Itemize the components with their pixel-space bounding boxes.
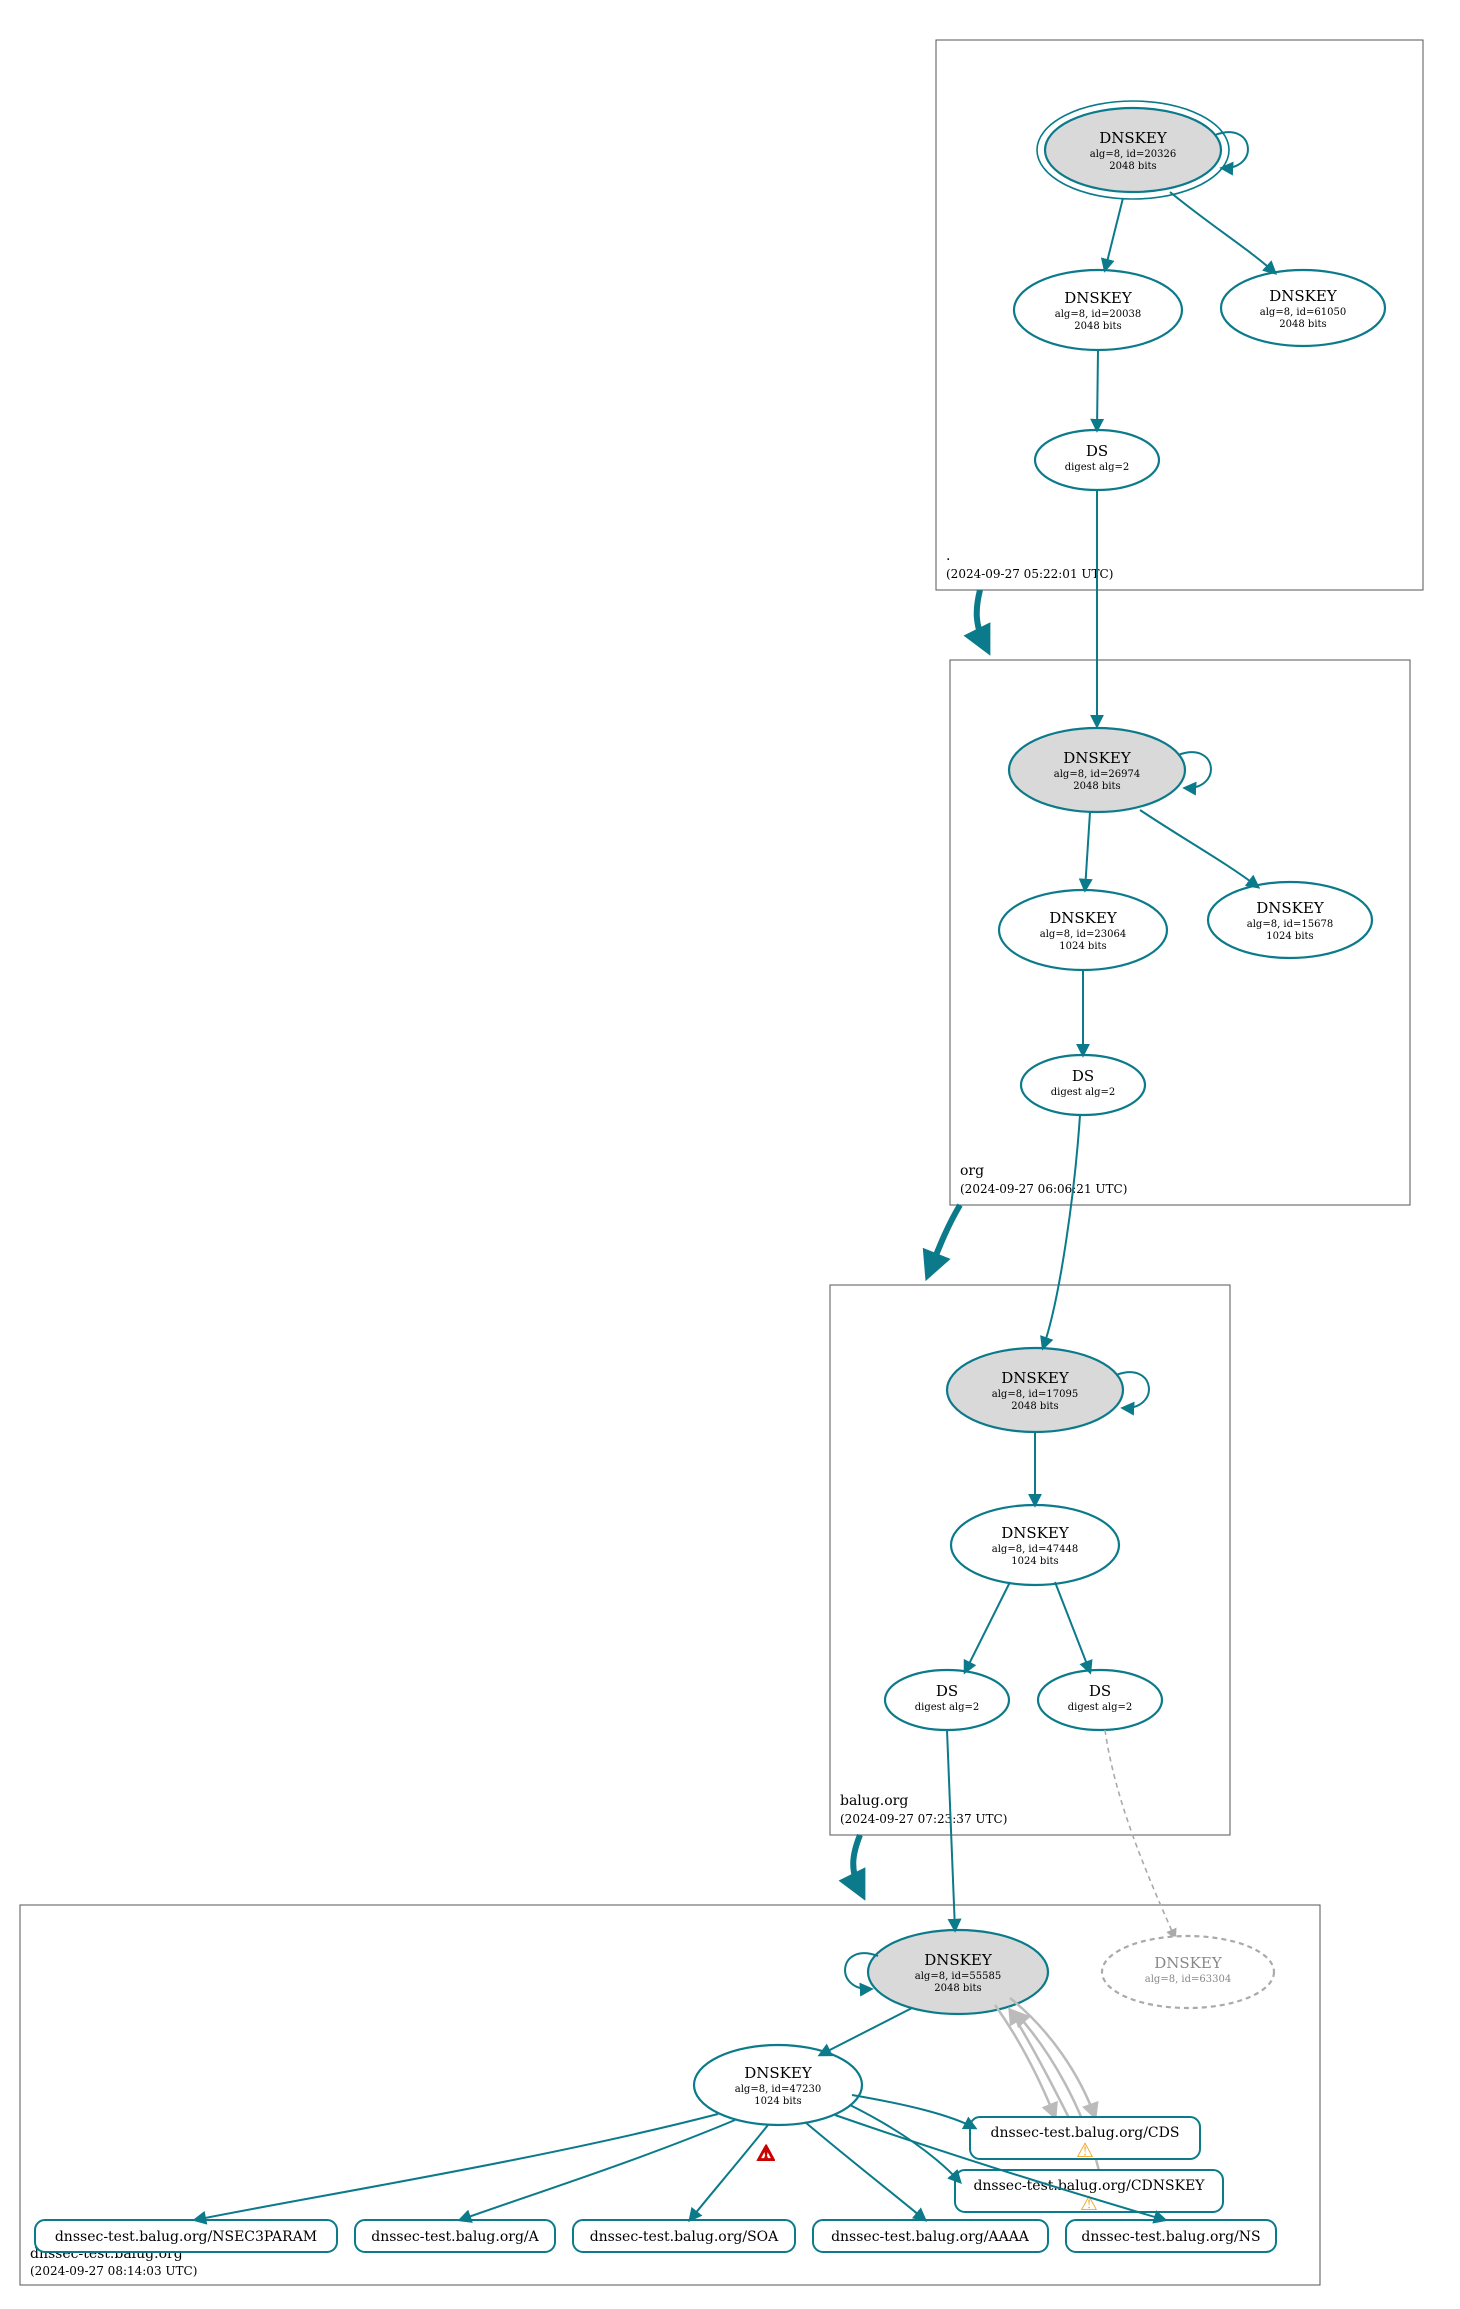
svg-text:dnssec-test.balug.org/SOA: dnssec-test.balug.org/SOA <box>590 2229 779 2245</box>
svg-text:alg=8, id=47230: alg=8, id=47230 <box>735 2084 821 2095</box>
svg-text:DS: DS <box>1086 442 1108 460</box>
zone-root-ts: (2024-09-27 05:22:01 UTC) <box>946 567 1113 581</box>
svg-text:digest alg=2: digest alg=2 <box>1065 462 1130 473</box>
edge-balug-to-dnssec <box>853 1835 860 1890</box>
svg-text:1024 bits: 1024 bits <box>1266 931 1313 942</box>
org-ksk-node: DNSKEY alg=8, id=26974 2048 bits <box>1009 728 1185 812</box>
svg-text:2048 bits: 2048 bits <box>934 1983 981 1994</box>
root-zsk1-node: DNSKEY alg=8, id=20038 2048 bits <box>1014 270 1182 350</box>
svg-text:DS: DS <box>936 1682 958 1700</box>
zone-org-ts: (2024-09-27 06:06:21 UTC) <box>960 1182 1127 1196</box>
svg-text:digest alg=2: digest alg=2 <box>1051 1087 1116 1098</box>
svg-text:alg=8, id=20326: alg=8, id=20326 <box>1090 149 1176 160</box>
zone-balug: balug.org (2024-09-27 07:23:37 UTC) DNSK… <box>830 1115 1230 1835</box>
rr-a: dnssec-test.balug.org/A <box>355 2220 555 2252</box>
root-zsk2-node: DNSKEY alg=8, id=61050 2048 bits <box>1221 270 1385 346</box>
zone-balug-label: balug.org <box>840 1793 908 1809</box>
dnssec-ksk-node: DNSKEY alg=8, id=55585 2048 bits <box>868 1930 1048 2014</box>
zone-balug-ts: (2024-09-27 07:23:37 UTC) <box>840 1812 1007 1826</box>
svg-text:DNSKEY: DNSKEY <box>1001 1524 1070 1542</box>
rr-cdnskey: dnssec-test.balug.org/CDNSKEY ⚠ <box>955 2170 1223 2215</box>
svg-text:DNSKEY: DNSKEY <box>924 1951 993 1969</box>
svg-text:2048 bits: 2048 bits <box>1279 319 1326 330</box>
balug-ds1-node: DS digest alg=2 <box>885 1670 1009 1730</box>
dnssec-zsk-node: DNSKEY alg=8, id=47230 1024 bits <box>694 2045 862 2125</box>
root-ksk-node: DNSKEY alg=8, id=20326 2048 bits <box>1037 101 1229 199</box>
svg-text:1024 bits: 1024 bits <box>754 2096 801 2107</box>
rr-aaaa: dnssec-test.balug.org/AAAA <box>813 2220 1048 2252</box>
svg-text:alg=8, id=15678: alg=8, id=15678 <box>1247 919 1333 930</box>
svg-text:dnssec-test.balug.org/NS: dnssec-test.balug.org/NS <box>1081 2229 1260 2245</box>
rr-cds: dnssec-test.balug.org/CDS ⚠ <box>970 2117 1200 2162</box>
svg-text:DS: DS <box>1072 1067 1094 1085</box>
edge-org-to-balug <box>930 1205 960 1270</box>
svg-text:alg=8, id=63304: alg=8, id=63304 <box>1145 1974 1231 1985</box>
warning-icon: ⚠ <box>1076 2138 1094 2162</box>
rr-ns: dnssec-test.balug.org/NS <box>1066 2220 1276 2252</box>
zone-dnssec-ts: (2024-09-27 08:14:03 UTC) <box>30 2264 197 2278</box>
svg-text:alg=8, id=17095: alg=8, id=17095 <box>992 1389 1078 1400</box>
svg-text:DS: DS <box>1089 1682 1111 1700</box>
svg-text:alg=8, id=26974: alg=8, id=26974 <box>1054 769 1140 780</box>
svg-text:DNSKEY: DNSKEY <box>1049 909 1118 927</box>
rr-nsec3param: dnssec-test.balug.org/NSEC3PARAM <box>35 2220 337 2252</box>
svg-text:2048 bits: 2048 bits <box>1073 781 1120 792</box>
svg-text:1024 bits: 1024 bits <box>1011 1556 1058 1567</box>
balug-ksk-node: DNSKEY alg=8, id=17095 2048 bits <box>947 1348 1123 1432</box>
svg-text:digest alg=2: digest alg=2 <box>1068 1702 1133 1713</box>
svg-text:dnssec-test.balug.org/NSEC3PAR: dnssec-test.balug.org/NSEC3PARAM <box>55 2229 317 2245</box>
zone-dnssec: dnssec-test.balug.org (2024-09-27 08:14:… <box>20 1730 1320 2285</box>
svg-text:DNSKEY: DNSKEY <box>1063 749 1132 767</box>
org-ds-node: DS digest alg=2 <box>1021 1055 1145 1115</box>
svg-text:dnssec-test.balug.org/AAAA: dnssec-test.balug.org/AAAA <box>831 2229 1030 2245</box>
svg-text:digest alg=2: digest alg=2 <box>915 1702 980 1713</box>
dnssec-revoked-node: DNSKEY alg=8, id=63304 <box>1102 1936 1274 2008</box>
org-zsk1-node: DNSKEY alg=8, id=23064 1024 bits <box>999 890 1167 970</box>
svg-text:DNSKEY: DNSKEY <box>1256 899 1325 917</box>
svg-text:alg=8, id=61050: alg=8, id=61050 <box>1260 307 1346 318</box>
rr-soa: dnssec-test.balug.org/SOA <box>573 2220 795 2252</box>
zone-org-label: org <box>960 1163 984 1179</box>
svg-text:alg=8, id=23064: alg=8, id=23064 <box>1040 929 1126 940</box>
svg-text:alg=8, id=20038: alg=8, id=20038 <box>1055 309 1141 320</box>
svg-text:1024 bits: 1024 bits <box>1059 941 1106 952</box>
svg-text:alg=8, id=55585: alg=8, id=55585 <box>915 1971 1001 1982</box>
zone-root-label: . <box>946 548 950 564</box>
svg-text:DNSKEY: DNSKEY <box>744 2064 813 2082</box>
svg-text:2048 bits: 2048 bits <box>1109 161 1156 172</box>
org-zsk2-node: DNSKEY alg=8, id=15678 1024 bits <box>1208 882 1372 958</box>
svg-text:dnssec-test.balug.org/A: dnssec-test.balug.org/A <box>371 2229 539 2245</box>
edge-root-to-org <box>977 590 985 645</box>
balug-ds2-node: DS digest alg=2 <box>1038 1670 1162 1730</box>
svg-text:DNSKEY: DNSKEY <box>1269 287 1338 305</box>
svg-text:2048 bits: 2048 bits <box>1074 321 1121 332</box>
svg-text:alg=8, id=47448: alg=8, id=47448 <box>992 1544 1078 1555</box>
zone-org: org (2024-09-27 06:06:21 UTC) DNSKEY alg… <box>950 490 1410 1205</box>
root-ds-node: DS digest alg=2 <box>1035 430 1159 490</box>
warning-icon-red: ⚠ <box>757 2141 775 2165</box>
svg-text:2048 bits: 2048 bits <box>1011 1401 1058 1412</box>
svg-text:DNSKEY: DNSKEY <box>1064 289 1133 307</box>
svg-text:DNSKEY: DNSKEY <box>1001 1369 1070 1387</box>
zone-root: . (2024-09-27 05:22:01 UTC) DNSKEY alg=8… <box>936 40 1423 590</box>
balug-zsk-node: DNSKEY alg=8, id=47448 1024 bits <box>951 1505 1119 1585</box>
svg-text:DNSKEY: DNSKEY <box>1154 1954 1223 1972</box>
svg-text:DNSKEY: DNSKEY <box>1099 129 1168 147</box>
